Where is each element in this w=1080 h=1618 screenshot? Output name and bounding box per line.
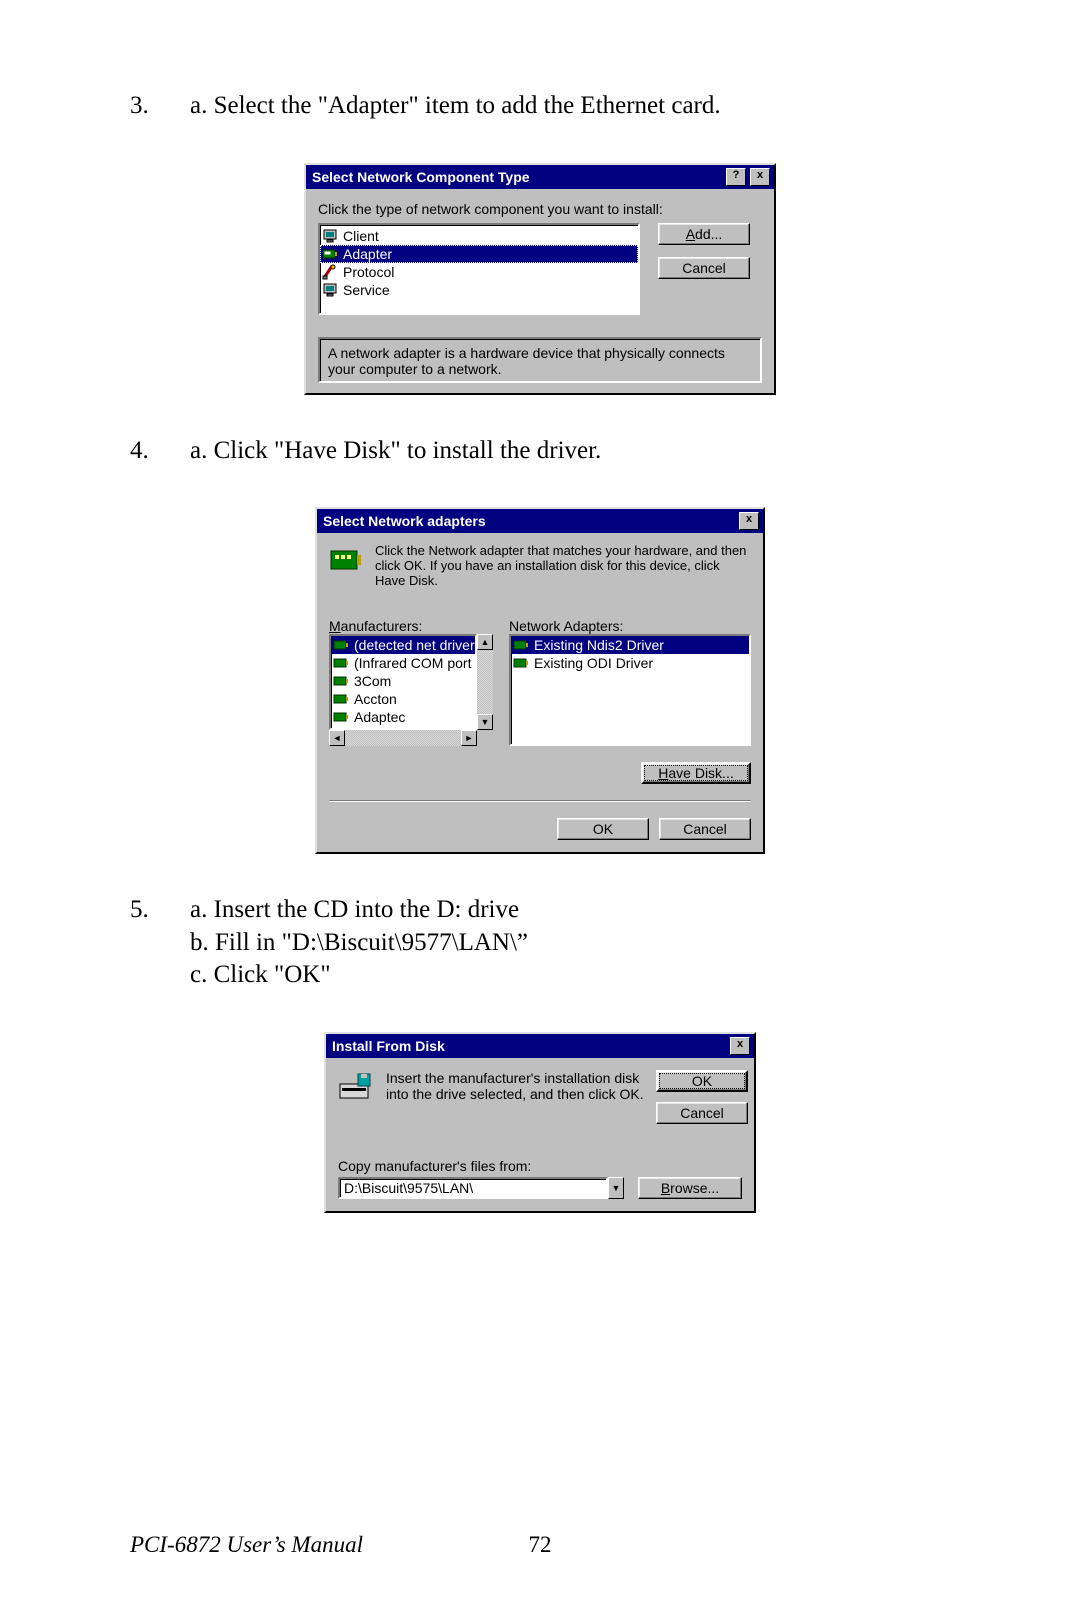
list-item[interactable]: Adaptec <box>331 708 475 726</box>
list-item-label: Client <box>343 228 379 244</box>
step-5-text: a. Insert the CD into the D: drive b. Fi… <box>190 894 950 992</box>
cancel-button[interactable]: Cancel <box>656 1102 748 1124</box>
list-item[interactable]: (Infrared COM port or do <box>331 654 475 672</box>
titlebar: Select Network adapters x <box>317 509 763 533</box>
floppy-drive-icon <box>338 1070 374 1106</box>
list-item-label: Existing ODI Driver <box>534 655 653 671</box>
titlebar: Install From Disk x <box>326 1034 754 1058</box>
manufacturers-label: Manufacturers: <box>329 618 493 634</box>
scroll-down-icon[interactable]: ▼ <box>477 714 493 730</box>
nic-icon <box>513 655 529 671</box>
list-item[interactable]: 3Com <box>331 672 475 690</box>
description-text: A network adapter is a hardware device t… <box>328 345 725 377</box>
have-disk-button[interactable]: Have Disk... <box>641 762 751 784</box>
step-5-number: 5. <box>130 894 190 992</box>
copy-files-from-label: Copy manufacturer's files from: <box>338 1158 624 1174</box>
scroll-right-icon[interactable]: ► <box>461 730 477 746</box>
page-footer: PCI-6872 User’s Manual 72 <box>130 1532 950 1558</box>
nic-icon <box>333 673 349 689</box>
cancel-button[interactable]: Cancel <box>658 257 750 279</box>
scroll-up-icon[interactable]: ▲ <box>477 634 493 650</box>
step-3: 3. a. Select the "Adapter" item to add t… <box>130 90 950 123</box>
step-4-text: a. Click "Have Disk" to install the driv… <box>190 435 950 468</box>
instruction-text: Click the Network adapter that matches y… <box>375 543 751 588</box>
protocol-icon <box>322 264 338 280</box>
list-item[interactable]: Existing ODI Driver <box>511 654 749 672</box>
dialog-select-component-type: Select Network Component Type ? x Click … <box>304 163 776 395</box>
step-5-line-b: b. Fill in "D:\Biscuit\9577\LAN\” <box>190 927 950 960</box>
add-button[interactable]: Add... <box>658 223 750 245</box>
ok-button[interactable]: OK <box>656 1070 748 1092</box>
step-5-line-c: c. Click "OK" <box>190 959 950 992</box>
step-4-number: 4. <box>130 435 190 468</box>
nic-icon <box>333 637 349 653</box>
scroll-left-icon[interactable]: ◄ <box>329 730 345 746</box>
step-4: 4. a. Click "Have Disk" to install the d… <box>130 435 950 468</box>
nic-icon <box>333 691 349 707</box>
nic-icon <box>322 246 338 262</box>
list-item-client[interactable]: Client <box>320 227 638 245</box>
manufacturers-vscrollbar[interactable]: ▲ ▼ <box>477 634 493 730</box>
help-button[interactable]: ? <box>726 168 746 186</box>
monitor-icon <box>322 282 338 298</box>
dialog-select-network-adapters: Select Network adapters x Click the Netw… <box>315 507 765 854</box>
list-item[interactable]: (detected net drivers) <box>331 636 475 654</box>
description-box: A network adapter is a hardware device t… <box>318 337 762 383</box>
step-5-line-a: a. Insert the CD into the D: drive <box>190 894 950 927</box>
list-item-adapter[interactable]: Adapter <box>320 245 638 263</box>
titlebar: Select Network Component Type ? x <box>306 165 774 189</box>
list-item-label: Existing Ndis2 Driver <box>534 637 664 653</box>
list-item-label: Accton <box>354 691 397 707</box>
list-item-label: Service <box>343 282 390 298</box>
path-value: D:\Biscuit\9575\LAN\ <box>344 1180 473 1196</box>
manual-page: 3. a. Select the "Adapter" item to add t… <box>0 0 1080 1618</box>
component-type-list[interactable]: Client Adapter Protocol <box>318 223 640 315</box>
instruction-text: Insert the manufacturer's installation d… <box>386 1070 644 1124</box>
close-button[interactable]: x <box>750 168 770 186</box>
list-item-label: (detected net drivers) <box>354 637 477 653</box>
cancel-button[interactable]: Cancel <box>659 818 751 840</box>
dialog-title: Select Network adapters <box>323 513 735 529</box>
list-item-label: Protocol <box>343 264 394 280</box>
browse-button[interactable]: Browse... <box>638 1177 742 1199</box>
list-item-service[interactable]: Service <box>320 281 638 299</box>
dropdown-icon[interactable]: ▼ <box>608 1177 624 1199</box>
nic-icon <box>333 709 349 725</box>
nic-large-icon <box>329 543 363 577</box>
step-5: 5. a. Insert the CD into the D: drive b.… <box>130 894 950 992</box>
footer-manual-title: PCI-6872 User’s Manual <box>130 1532 363 1558</box>
step-3-number: 3. <box>130 90 190 123</box>
path-combobox[interactable]: D:\Biscuit\9575\LAN\ ▼ <box>338 1177 624 1199</box>
footer-page-number: 72 <box>529 1532 552 1558</box>
manufacturers-hscrollbar[interactable]: ◄ ► <box>329 730 493 746</box>
list-item[interactable]: Accton <box>331 690 475 708</box>
dialog-title: Select Network Component Type <box>312 169 722 185</box>
ok-button[interactable]: OK <box>557 818 649 840</box>
nic-icon <box>513 637 529 653</box>
close-button[interactable]: x <box>739 512 759 530</box>
list-item-label: Adaptec <box>354 709 405 725</box>
list-item-label: 3Com <box>354 673 391 689</box>
nic-icon <box>333 655 349 671</box>
instruction-text: Click the type of network component you … <box>318 201 762 217</box>
list-item-protocol[interactable]: Protocol <box>320 263 638 281</box>
network-adapters-label: Network Adapters: <box>509 618 751 634</box>
close-button[interactable]: x <box>730 1037 750 1055</box>
monitor-icon <box>322 228 338 244</box>
list-item-label: (Infrared COM port or do <box>354 655 477 671</box>
manufacturers-list[interactable]: (detected net drivers) (Infrared COM por… <box>329 634 477 730</box>
list-item-label: Adapter <box>343 246 392 262</box>
dialog-title: Install From Disk <box>332 1038 726 1054</box>
network-adapters-list[interactable]: Existing Ndis2 Driver Existing ODI Drive… <box>509 634 751 746</box>
step-3-text: a. Select the "Adapter" item to add the … <box>190 90 950 123</box>
list-item[interactable]: Existing Ndis2 Driver <box>511 636 749 654</box>
dialog-install-from-disk: Install From Disk x Insert the manufactu… <box>324 1032 756 1213</box>
